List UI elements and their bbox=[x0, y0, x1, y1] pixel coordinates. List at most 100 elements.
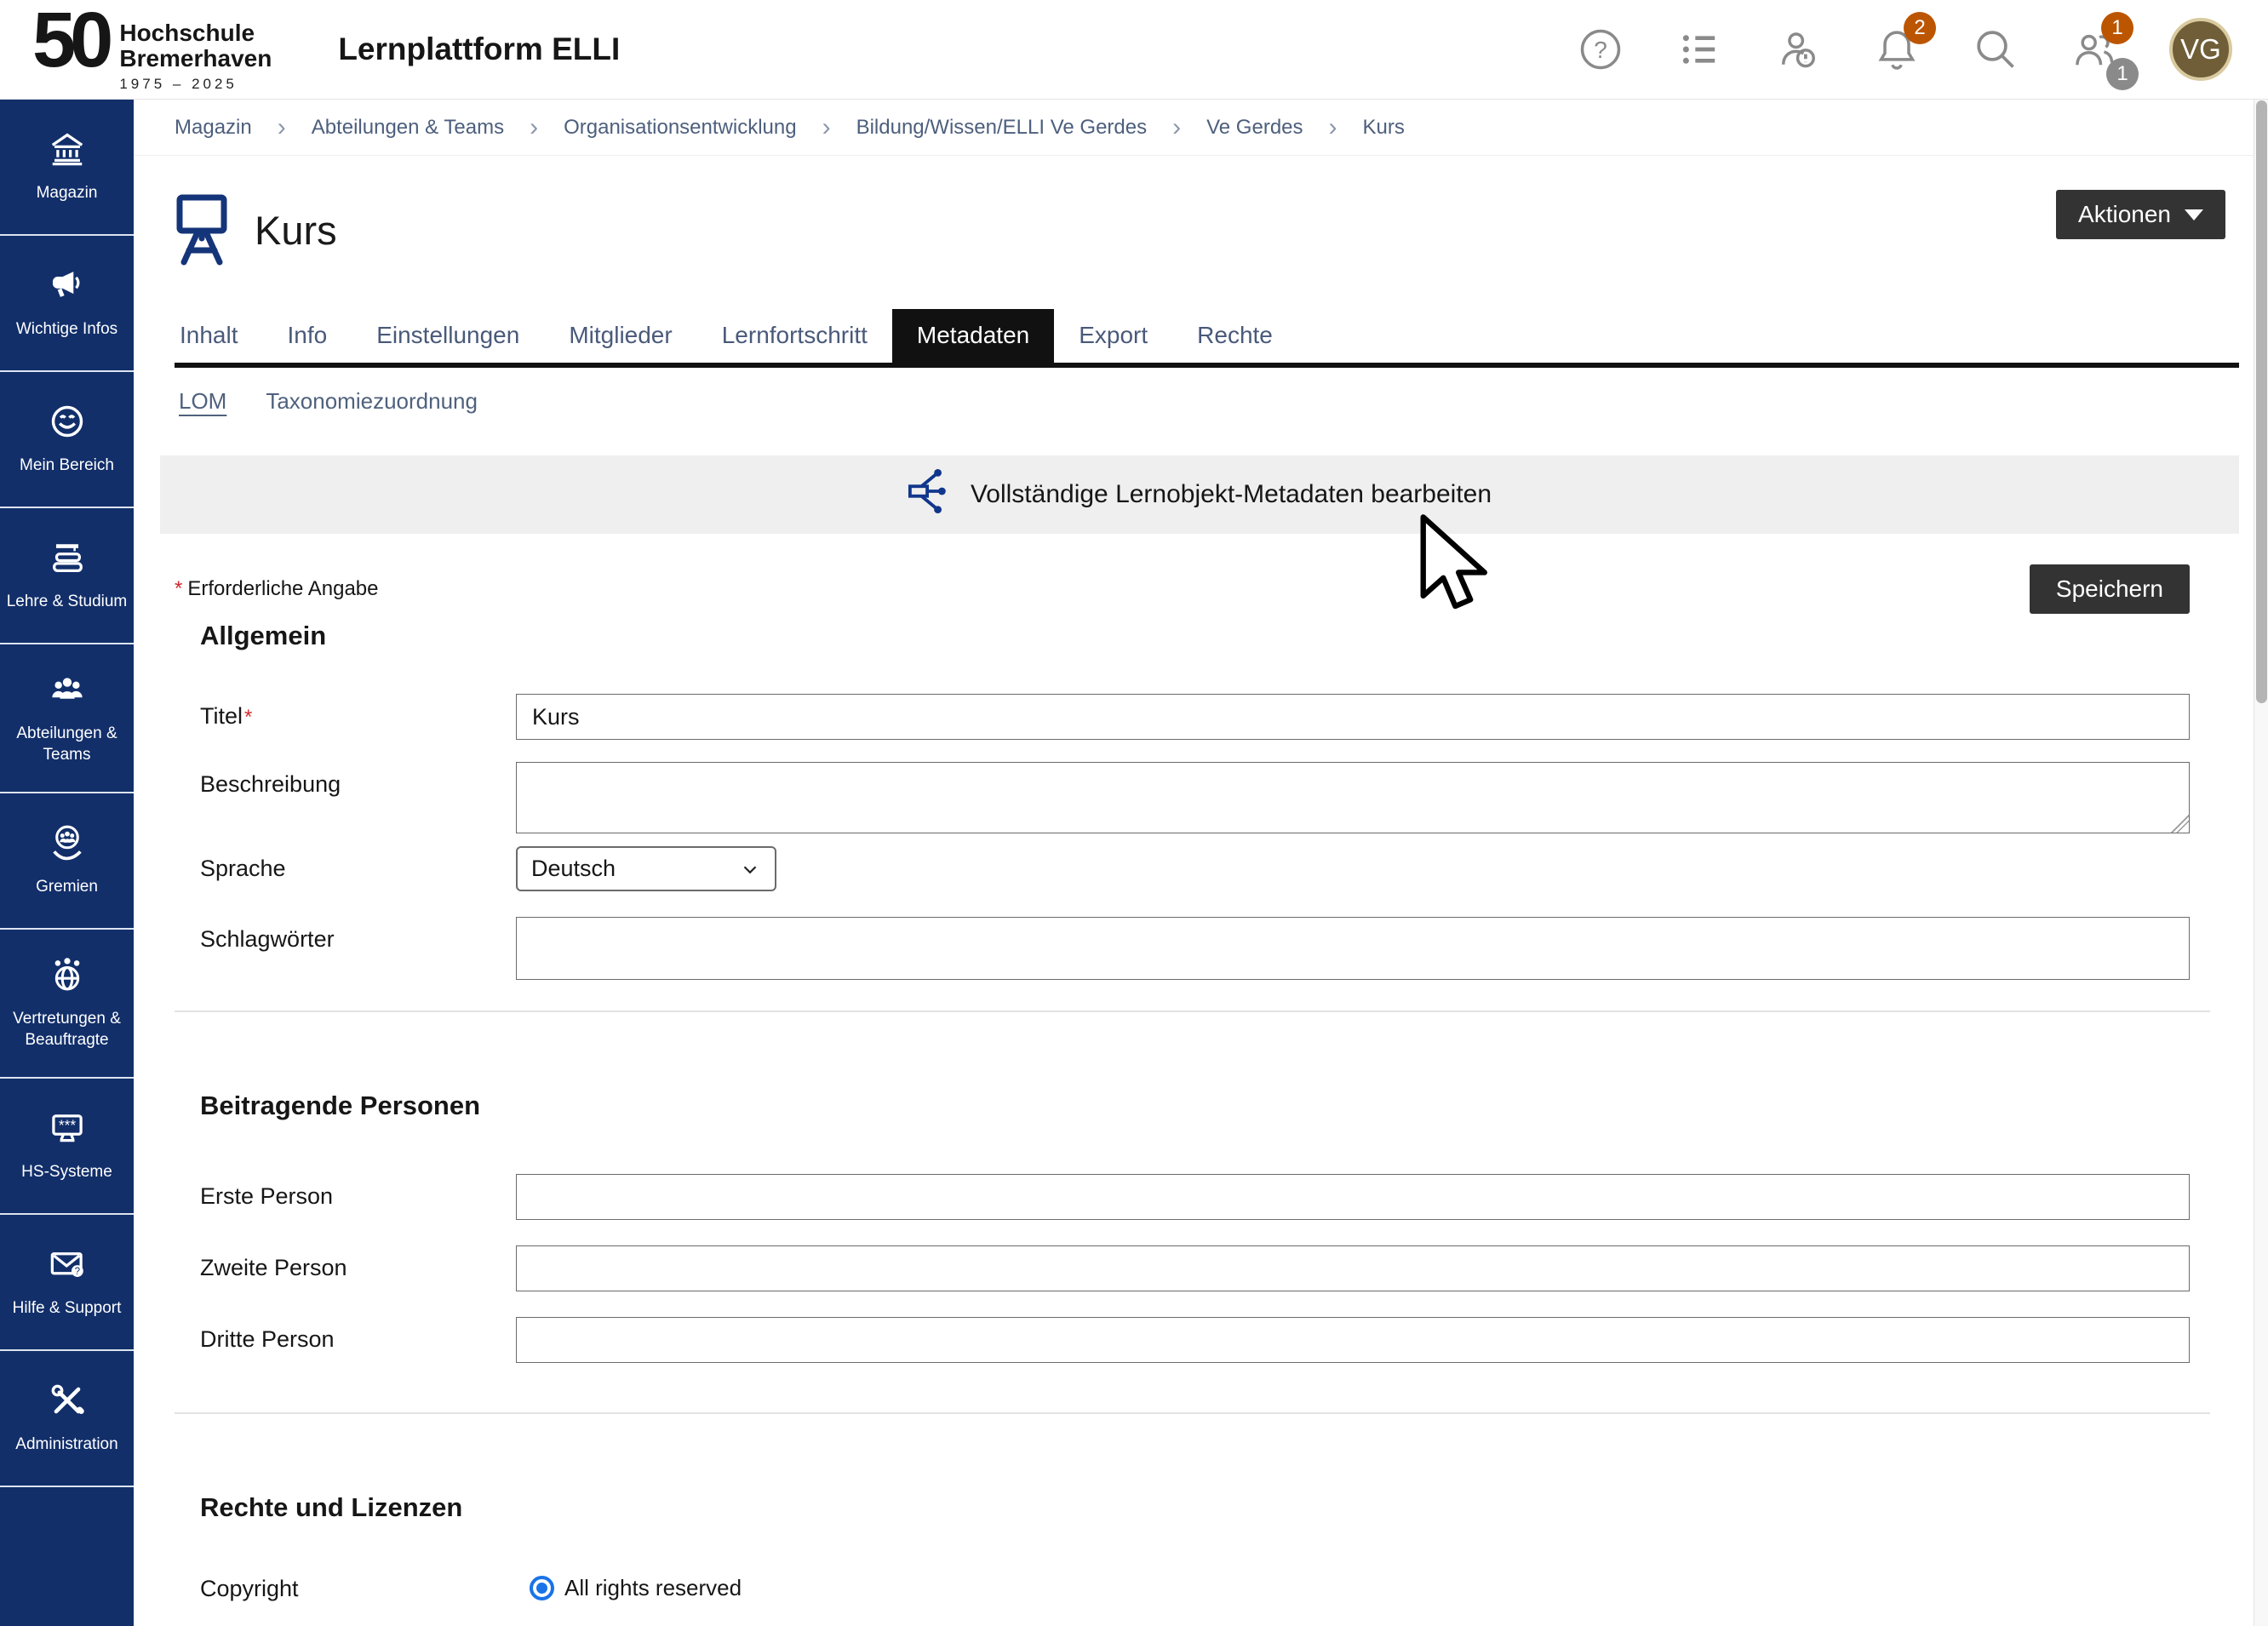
tab-inhalt[interactable]: Inhalt bbox=[175, 309, 263, 363]
smiley-icon bbox=[48, 402, 87, 445]
sidebar-item-label: Hilfe & Support bbox=[13, 1298, 122, 1320]
sidebar-item-label: Vertretungen & Beauftragte bbox=[3, 1009, 131, 1051]
zweite-person-input[interactable] bbox=[516, 1245, 2190, 1291]
breadcrumb-separator-icon: › bbox=[530, 113, 538, 142]
actions-button-label: Aktionen bbox=[2078, 201, 2171, 228]
tools-icon bbox=[48, 1381, 87, 1424]
sidebar-item-hs-systeme[interactable]: *** HS-Systeme bbox=[0, 1079, 134, 1215]
contacts-badge-new: 1 bbox=[2101, 12, 2133, 44]
svg-text:?: ? bbox=[1594, 37, 1607, 63]
schlagwoerter-input[interactable] bbox=[516, 917, 2190, 980]
subtab-taxonomiezuordnung[interactable]: Taxonomiezuordnung bbox=[266, 388, 478, 415]
help-icon[interactable]: ? bbox=[1577, 26, 1624, 73]
contacts-badge-other: 1 bbox=[2106, 58, 2139, 90]
logo-50: 50 bbox=[32, 7, 107, 73]
schlagwoerter-label: Schlagwörter bbox=[175, 917, 516, 980]
copyright-label: Copyright bbox=[175, 1574, 516, 1602]
sidebar-item-lehre-studium[interactable]: Lehre & Studium bbox=[0, 508, 134, 644]
sidebar-item-hilfe-support[interactable]: ? Hilfe & Support bbox=[0, 1215, 134, 1351]
main-content: Magazin › Abteilungen & Teams › Organisa… bbox=[134, 100, 2268, 1602]
zweite-person-label: Zweite Person bbox=[175, 1245, 516, 1291]
edit-full-metadata-label: Vollständige Lernobjekt-Metadaten bearbe… bbox=[971, 480, 1492, 509]
section-divider bbox=[175, 1011, 2210, 1012]
sprache-select[interactable]: Deutsch bbox=[516, 846, 776, 891]
search-icon[interactable] bbox=[1972, 26, 2019, 73]
top-header: 50 Hochschule Bremerhaven 1975 – 2025 Le… bbox=[0, 0, 2268, 100]
contacts-icon[interactable]: 1 1 bbox=[2070, 26, 2118, 73]
sidebar-item-label: Lehre & Studium bbox=[7, 592, 128, 613]
notifications-bell-icon[interactable]: 2 bbox=[1873, 26, 1921, 73]
erste-person-input[interactable] bbox=[516, 1174, 2190, 1220]
bank-icon bbox=[48, 129, 87, 173]
tab-rechte[interactable]: Rechte bbox=[1172, 309, 1297, 363]
mail-question-icon: ? bbox=[48, 1245, 87, 1288]
copyright-radio[interactable] bbox=[530, 1576, 554, 1600]
edit-full-metadata-banner[interactable]: Vollständige Lernobjekt-Metadaten bearbe… bbox=[160, 455, 2239, 534]
sidebar-item-mein-bereich[interactable]: Mein Bereich bbox=[0, 372, 134, 508]
chevron-down-icon bbox=[2185, 209, 2203, 220]
tab-bar: Inhalt Info Einstellungen Mitglieder Ler… bbox=[175, 309, 2239, 368]
tab-mitglieder[interactable]: Mitglieder bbox=[544, 309, 696, 363]
scrollbar-thumb[interactable] bbox=[2256, 100, 2267, 703]
sidebar-item-label: Mein Bereich bbox=[20, 455, 114, 477]
notifications-badge: 2 bbox=[1904, 12, 1936, 44]
breadcrumb-item[interactable]: Abteilungen & Teams bbox=[312, 116, 504, 140]
tab-lernfortschritt[interactable]: Lernfortschritt bbox=[697, 309, 892, 363]
actions-button[interactable]: Aktionen bbox=[2056, 190, 2225, 239]
beschreibung-textarea[interactable] bbox=[516, 762, 2190, 833]
chevron-down-icon bbox=[739, 858, 761, 880]
university-logo[interactable]: 50 Hochschule Bremerhaven 1975 – 2025 bbox=[32, 7, 272, 93]
logo-line2: Bremerhaven bbox=[119, 46, 272, 72]
breadcrumb-item[interactable]: Magazin bbox=[175, 116, 252, 140]
sprache-label: Sprache bbox=[175, 846, 516, 891]
sidebar: Magazin Wichtige Infos Mein Bereich bbox=[0, 100, 134, 1626]
metadata-nodes-icon bbox=[908, 467, 950, 523]
sprache-selected-value: Deutsch bbox=[531, 856, 616, 882]
svg-text:***: *** bbox=[58, 1117, 75, 1134]
dritte-person-input[interactable] bbox=[516, 1317, 2190, 1363]
metadata-form: *Erforderliche Angabe Speichern Allgemei… bbox=[175, 564, 2190, 1602]
subtab-lom[interactable]: LOM bbox=[179, 388, 226, 415]
globe-people-icon bbox=[48, 955, 87, 999]
tab-metadaten[interactable]: Metadaten bbox=[892, 309, 1054, 363]
tab-einstellungen[interactable]: Einstellungen bbox=[352, 309, 544, 363]
section-title-rechte: Rechte und Lizenzen bbox=[200, 1492, 2190, 1523]
breadcrumb: Magazin › Abteilungen & Teams › Organisa… bbox=[134, 100, 2268, 156]
sidebar-item-gremien[interactable]: Gremien bbox=[0, 793, 134, 930]
user-activity-icon[interactable] bbox=[1774, 26, 1822, 73]
tab-export[interactable]: Export bbox=[1054, 309, 1172, 363]
titel-label: Titel* bbox=[175, 694, 516, 740]
logo-line1: Hochschule bbox=[119, 20, 272, 46]
sidebar-item-administration[interactable]: Administration bbox=[0, 1351, 134, 1487]
list-icon[interactable] bbox=[1675, 26, 1723, 73]
sidebar-item-wichtige-infos[interactable]: Wichtige Infos bbox=[0, 236, 134, 372]
breadcrumb-separator-icon: › bbox=[1329, 113, 1337, 142]
subtab-bar: LOM Taxonomiezuordnung bbox=[179, 388, 2268, 415]
required-asterisk: * bbox=[175, 577, 182, 600]
user-avatar[interactable]: VG bbox=[2169, 18, 2232, 81]
sidebar-item-label: Wichtige Infos bbox=[16, 319, 117, 341]
titel-input[interactable] bbox=[516, 694, 2190, 740]
sidebar-item-label: Abteilungen & Teams bbox=[3, 724, 131, 765]
sidebar-item-label: Administration bbox=[15, 1434, 117, 1456]
monitor-icon: *** bbox=[48, 1108, 87, 1152]
tab-info[interactable]: Info bbox=[263, 309, 352, 363]
breadcrumb-item[interactable]: Bildung/Wissen/ELLI Ve Gerdes bbox=[856, 116, 1148, 140]
section-title-allgemein: Allgemein bbox=[200, 621, 2190, 651]
copyright-radio-label: All rights reserved bbox=[564, 1575, 742, 1601]
breadcrumb-separator-icon: › bbox=[278, 113, 286, 142]
breadcrumb-item[interactable]: Ve Gerdes bbox=[1206, 116, 1303, 140]
people-group-icon bbox=[48, 670, 87, 713]
breadcrumb-item[interactable]: Organisationsentwicklung bbox=[564, 116, 796, 140]
hand-people-icon bbox=[48, 823, 87, 867]
sidebar-item-vertretungen[interactable]: Vertretungen & Beauftragte bbox=[0, 930, 134, 1079]
save-button[interactable]: Speichern bbox=[2030, 564, 2190, 614]
erste-person-label: Erste Person bbox=[175, 1174, 516, 1220]
sidebar-item-label: Magazin bbox=[37, 183, 98, 204]
breadcrumb-separator-icon: › bbox=[822, 113, 831, 142]
sidebar-item-magazin[interactable]: Magazin bbox=[0, 100, 134, 236]
course-easel-icon bbox=[175, 193, 229, 266]
sidebar-item-label: HS-Systeme bbox=[21, 1162, 112, 1183]
breadcrumb-item[interactable]: Kurs bbox=[1363, 116, 1405, 140]
sidebar-item-abteilungen-teams[interactable]: Abteilungen & Teams bbox=[0, 644, 134, 793]
